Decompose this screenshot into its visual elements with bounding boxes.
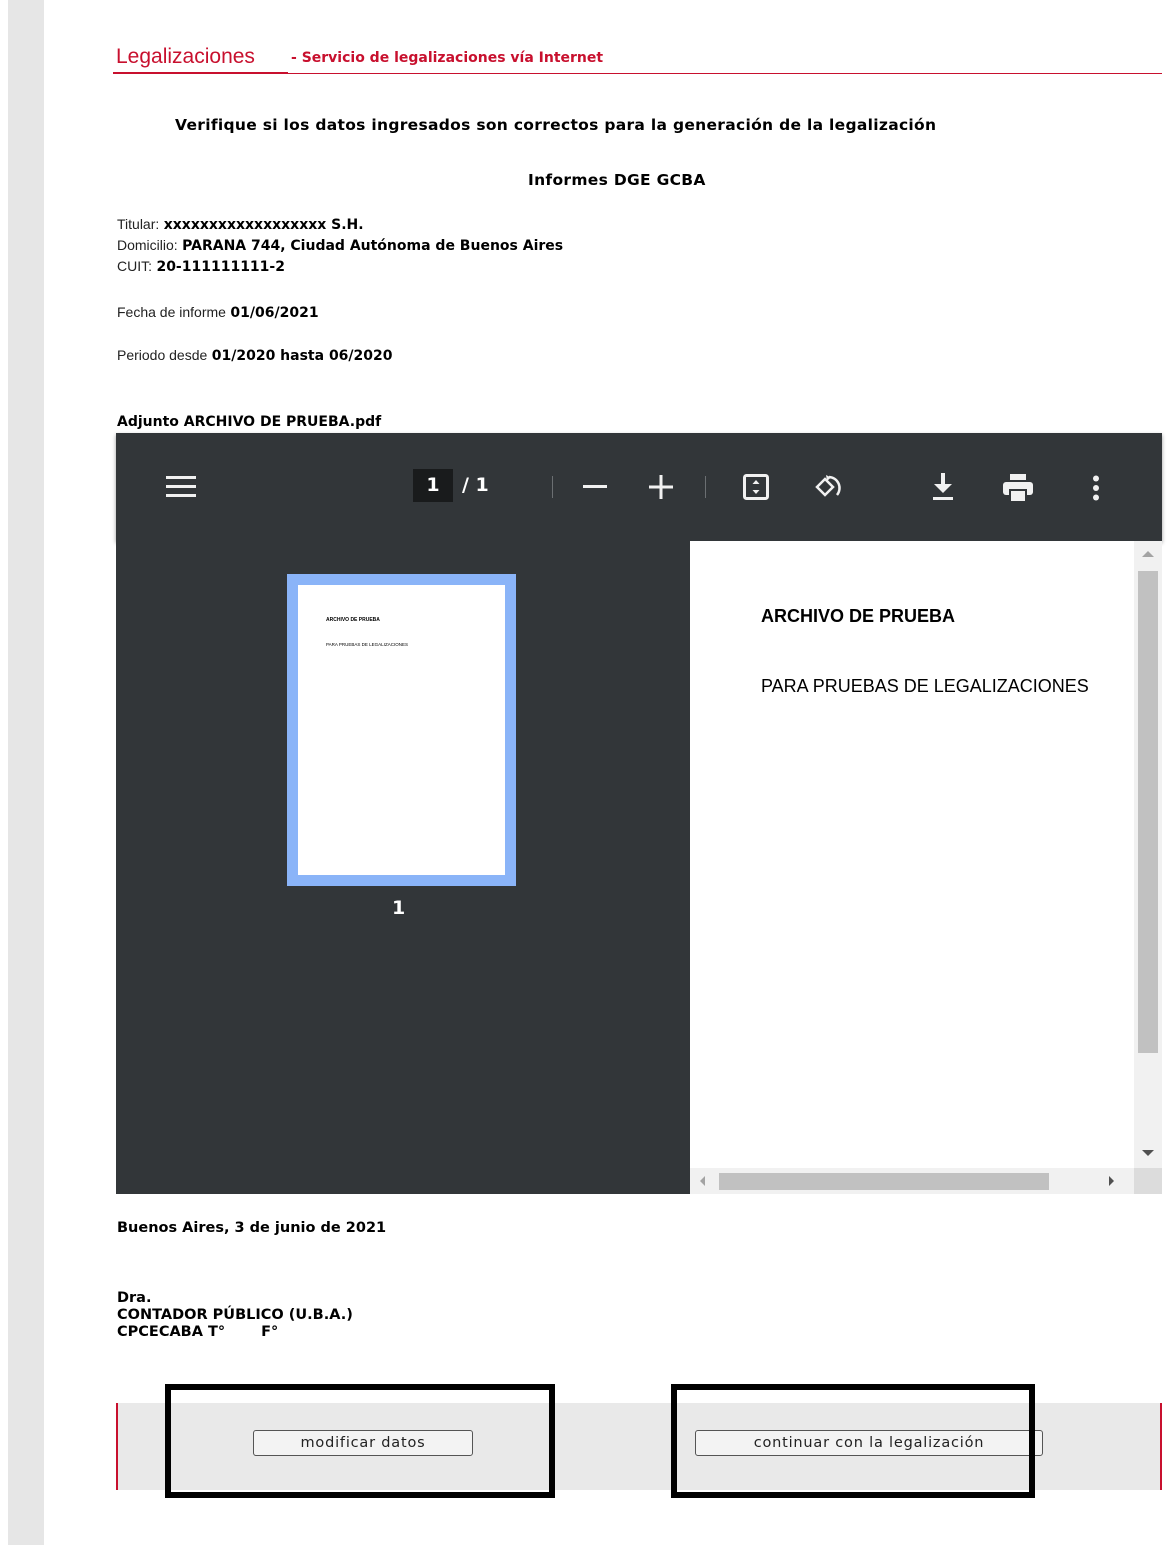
pdf-viewer[interactable]: 1 / 1 ARCHIVO DE PRUEBA PARA PRUEBAS DE …: [116, 433, 1162, 1194]
cuit-label: CUIT:: [117, 258, 152, 274]
scroll-right-icon[interactable]: [1109, 1176, 1114, 1186]
zoom-in-icon[interactable]: [649, 475, 673, 499]
signature-registry: CPCECABA T° F°: [117, 1324, 353, 1341]
page-total: / 1: [462, 474, 489, 496]
vertical-scroll-thumb[interactable]: [1138, 571, 1158, 1053]
cuit-value: 20-111111111-2: [156, 259, 285, 275]
thumbnail-page-number: 1: [392, 897, 406, 919]
page-number-input[interactable]: 1: [413, 469, 453, 502]
menu-icon[interactable]: [166, 475, 198, 499]
toolbar-separator: [552, 476, 553, 498]
title-separator: -: [291, 50, 297, 66]
document-subtitle: PARA PRUEBAS DE LEGALIZACIONES: [761, 676, 1089, 696]
scroll-up-icon[interactable]: [1142, 551, 1154, 557]
page-header: Legalizaciones - Servicio de legalizacio…: [113, 44, 1162, 74]
vertical-scrollbar[interactable]: [1134, 541, 1162, 1168]
annotation-box-continue: [671, 1384, 1035, 1498]
signature-profession: CONTADOR PÚBLICO (U.B.A.): [117, 1307, 353, 1323]
pdf-page-view[interactable]: ARCHIVO DE PRUEBA PARA PRUEBAS DE LEGALI…: [690, 541, 1162, 1194]
fit-page-icon[interactable]: [743, 474, 769, 500]
pdf-body: ARCHIVO DE PRUEBA PARA PRUEBAS DE LEGALI…: [116, 541, 1162, 1194]
titular-row: Titular: xxxxxxxxxxxxxxxxxx S.H.: [117, 217, 364, 233]
domicilio-label: Domicilio:: [117, 237, 178, 253]
rotate-icon[interactable]: [812, 473, 842, 503]
annotation-box-modify: [165, 1384, 555, 1498]
periodo-label: Periodo desde: [117, 347, 208, 363]
scroll-down-icon[interactable]: [1142, 1150, 1154, 1156]
signature-folio: F°: [261, 1324, 279, 1340]
signature-title: Dra.: [117, 1290, 152, 1306]
horizontal-scrollbar[interactable]: [690, 1168, 1162, 1194]
zoom-out-icon[interactable]: [583, 485, 607, 489]
thumbnail-subtitle: PARA PRUEBAS DE LEGALIZACIONES: [326, 642, 408, 647]
report-type-heading: Informes DGE GCBA: [528, 171, 706, 189]
page-subtitle: - Servicio de legalizaciones vía Interne…: [291, 50, 603, 66]
place-date: Buenos Aires, 3 de junio de 2021: [117, 1220, 387, 1236]
toolbar-separator: [705, 476, 706, 498]
verify-heading: Verifique si los datos ingresados son co…: [175, 116, 937, 134]
scrollbar-corner: [1134, 1168, 1162, 1194]
download-icon[interactable]: [931, 473, 955, 501]
signature-tomo: CPCECABA T°: [117, 1324, 226, 1340]
attachment-label: Adjunto ARCHIVO DE PRUEBA.pdf: [117, 414, 382, 430]
page-title: Legalizaciones: [116, 45, 255, 68]
fecha-row: Fecha de informe 01/06/2021: [117, 305, 319, 321]
titular-value: xxxxxxxxxxxxxxxxxx S.H.: [163, 217, 364, 233]
fecha-value: 01/06/2021: [230, 305, 319, 321]
thumbnail-sidebar: ARCHIVO DE PRUEBA PARA PRUEBAS DE LEGALI…: [116, 541, 690, 1194]
page-thumbnail[interactable]: ARCHIVO DE PRUEBA PARA PRUEBAS DE LEGALI…: [287, 574, 516, 886]
more-options-icon[interactable]: [1092, 475, 1100, 501]
periodo-value: 01/2020 hasta 06/2020: [211, 348, 393, 364]
pdf-toolbar: 1 / 1: [116, 433, 1162, 541]
title-underline: [113, 72, 288, 74]
scroll-left-icon[interactable]: [700, 1176, 705, 1186]
horizontal-scroll-thumb[interactable]: [719, 1173, 1049, 1190]
page-subtitle-text: Servicio de legalizaciones vía Internet: [301, 50, 604, 66]
domicilio-value: PARANA 744, Ciudad Autónoma de Buenos Ai…: [182, 238, 564, 254]
document-title: ARCHIVO DE PRUEBA: [761, 606, 956, 626]
titular-label: Titular:: [117, 216, 160, 232]
periodo-row: Periodo desde 01/2020 hasta 06/2020: [117, 348, 393, 364]
thumbnail-title: ARCHIVO DE PRUEBA: [326, 617, 380, 623]
domicilio-row: Domicilio: PARANA 744, Ciudad Autónoma d…: [117, 238, 563, 254]
cuit-row: CUIT: 20-111111111-2: [117, 259, 285, 275]
signature-block: Dra. CONTADOR PÚBLICO (U.B.A.) CPCECABA …: [117, 1290, 353, 1341]
left-gutter: [0, 0, 44, 1545]
fecha-label: Fecha de informe: [117, 304, 226, 320]
print-icon[interactable]: [1003, 474, 1033, 502]
